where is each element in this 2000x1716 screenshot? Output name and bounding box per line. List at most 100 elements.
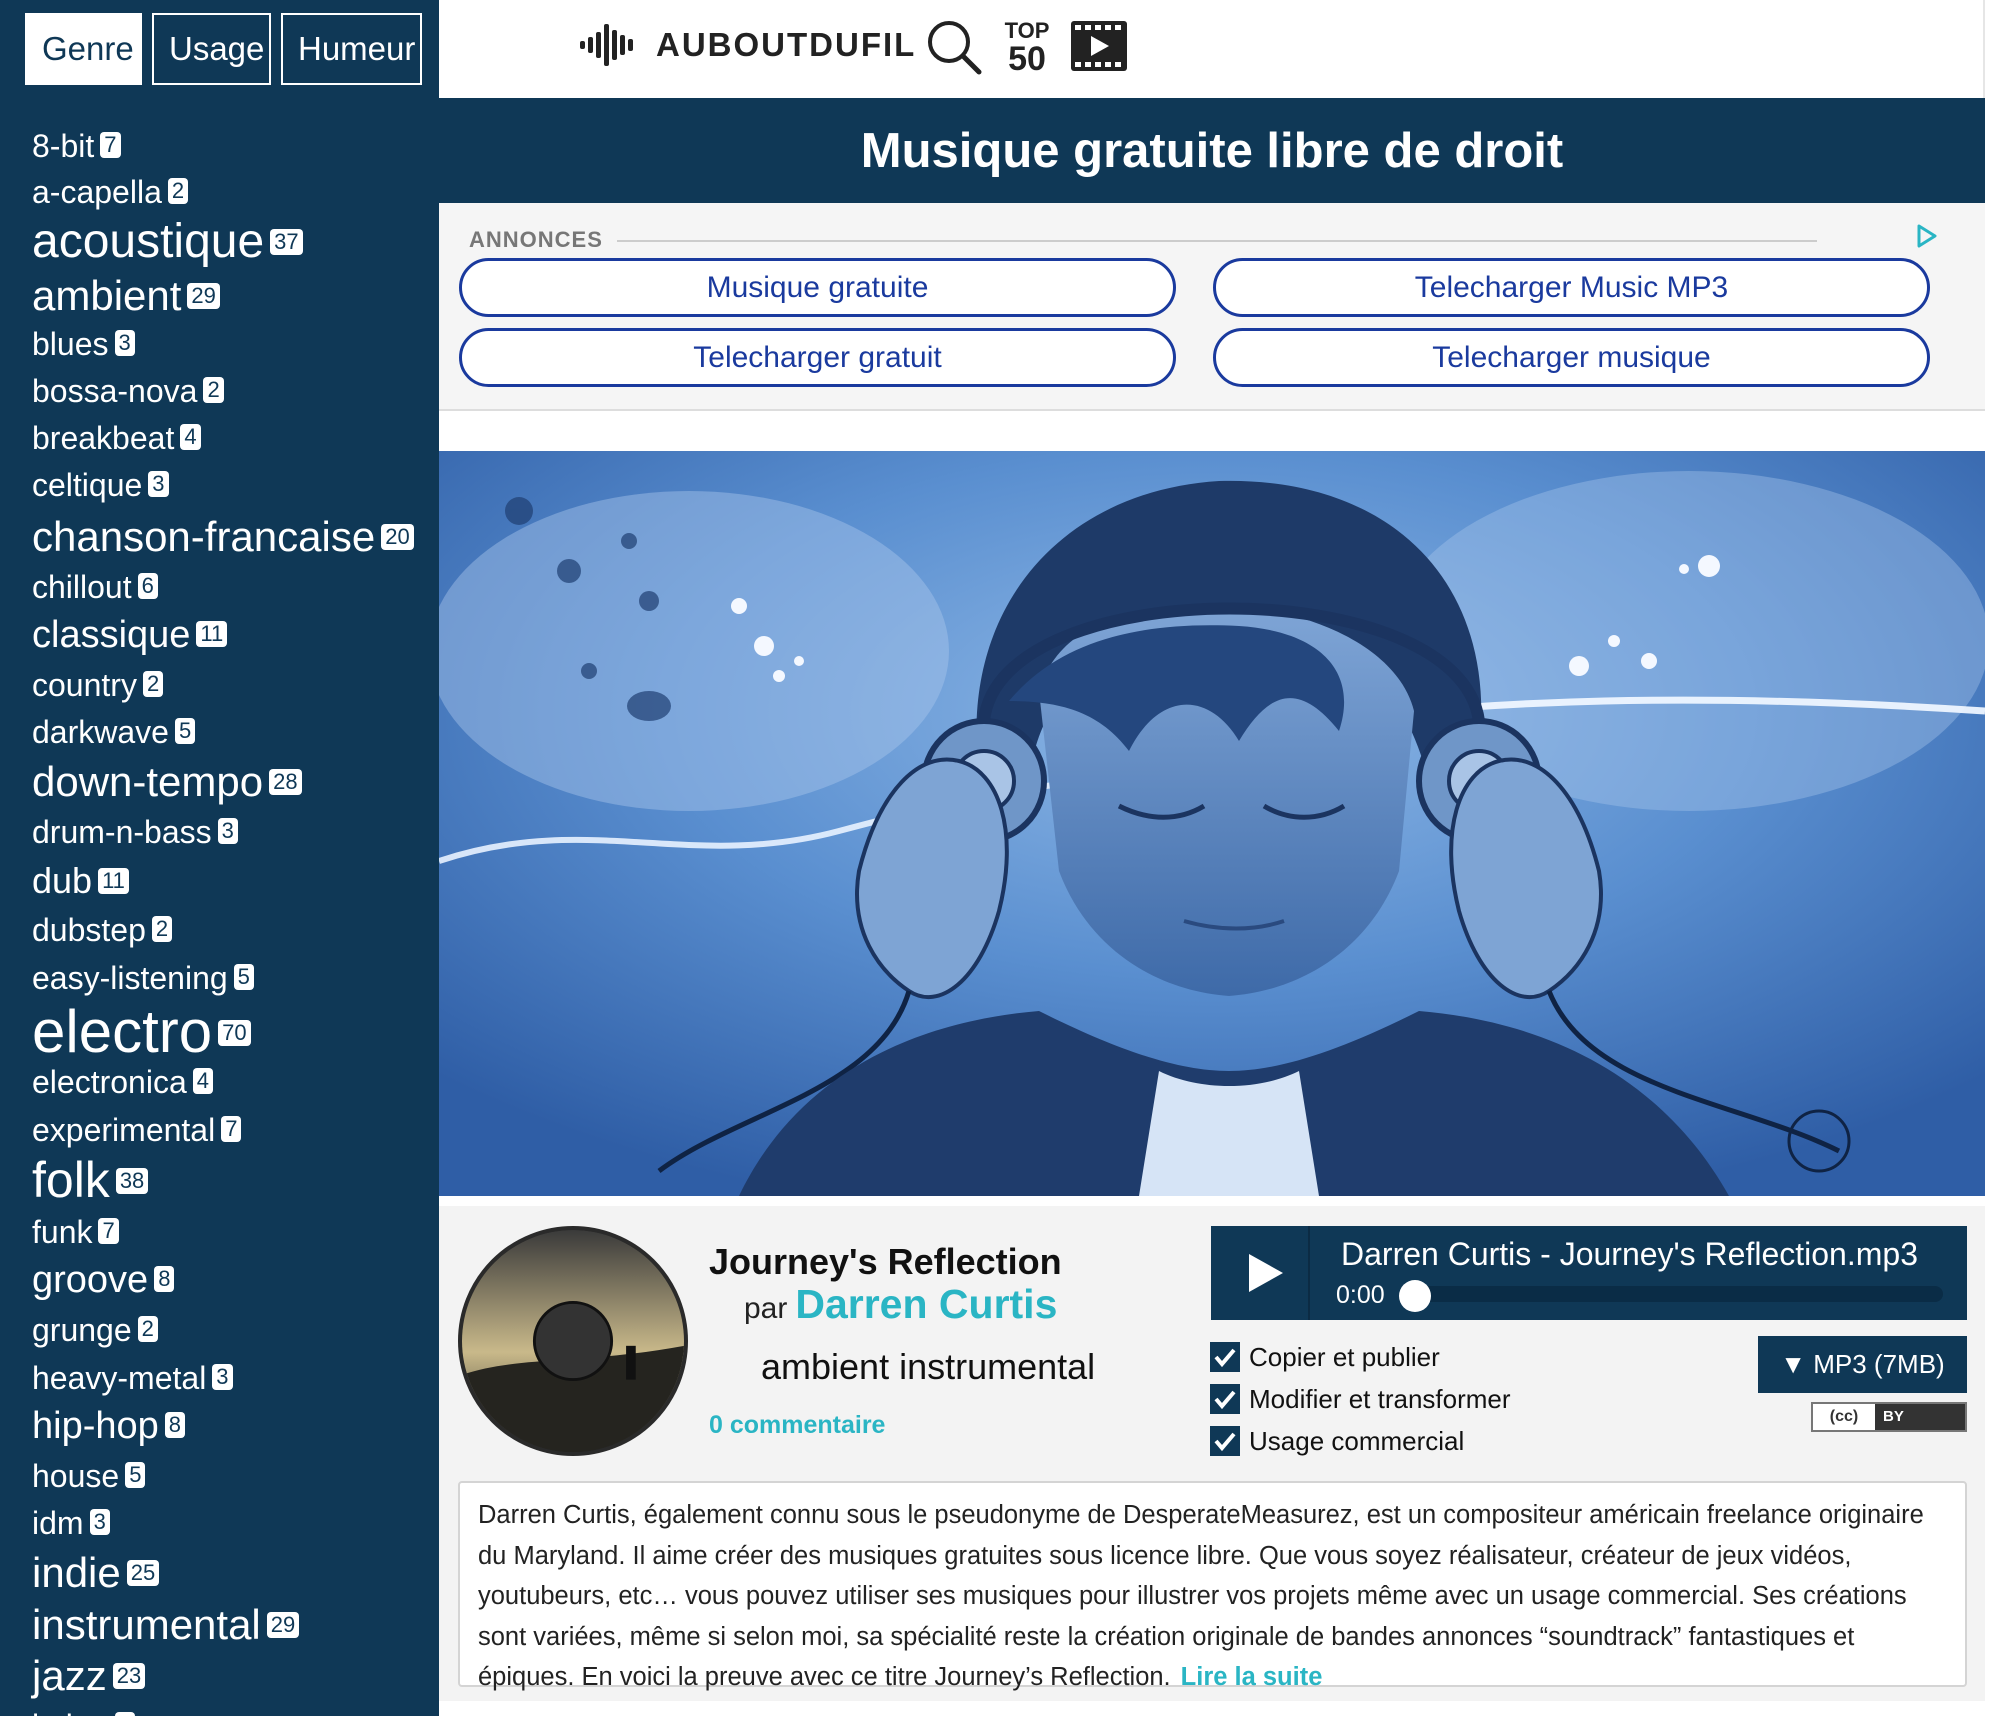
cc-by-license-badge[interactable]: (cc) BY bbox=[1811, 1402, 1967, 1432]
site-header: AUBOUTDUFIL TOP 50 bbox=[439, 0, 1985, 98]
right-label: Modifier et transformer bbox=[1249, 1383, 1511, 1414]
ad-button-musique-gratuite[interactable]: Musique gratuite bbox=[459, 258, 1176, 317]
genre-name: bossa-nova bbox=[32, 372, 198, 409]
ad-button-telecharger-music-mp3[interactable]: Telecharger Music MP3 bbox=[1213, 258, 1930, 317]
genre-name: 8-bit bbox=[32, 127, 95, 164]
site-logo[interactable]: AUBOUTDUFIL bbox=[578, 20, 916, 70]
genre-name: acoustique bbox=[32, 215, 265, 269]
adchoices-icon[interactable] bbox=[1913, 223, 1939, 249]
genre-name: electro bbox=[32, 998, 213, 1065]
license-rights-list: Copier et publier Modifier et transforme… bbox=[1210, 1336, 1511, 1462]
track-byline: par Darren Curtis bbox=[744, 1281, 1057, 1328]
genre-count-badge: 8 bbox=[154, 1266, 175, 1293]
genre-count-badge: 3 bbox=[212, 1364, 233, 1391]
genre-item-instrumental[interactable]: instrumental 29 bbox=[32, 1600, 300, 1650]
album-cover-disc[interactable] bbox=[458, 1226, 688, 1456]
page-title: Musique gratuite libre de droit bbox=[860, 123, 1564, 178]
ad-button-telecharger-gratuit[interactable]: Telecharger gratuit bbox=[459, 328, 1176, 387]
genre-item-ambient[interactable]: ambient 29 bbox=[32, 271, 220, 321]
genre-name: hip-hop bbox=[32, 1405, 159, 1448]
genre-item-dub[interactable]: dub 11 bbox=[32, 859, 129, 902]
genre-name: funk bbox=[32, 1213, 93, 1250]
genre-item-easy-listening[interactable]: easy-listening 5 bbox=[32, 959, 254, 997]
genre-count-badge: 29 bbox=[187, 282, 220, 309]
genre-name: idm bbox=[32, 1504, 84, 1541]
genre-item-folk[interactable]: folk 38 bbox=[32, 1150, 149, 1210]
genre-item-down-tempo[interactable]: down-tempo 28 bbox=[32, 757, 302, 807]
genre-item-chillout[interactable]: chillout 6 bbox=[32, 568, 158, 606]
genre-name: electronica bbox=[32, 1063, 187, 1100]
genre-item-celtique[interactable]: celtique 3 bbox=[32, 466, 169, 504]
cc-icon: (cc) bbox=[1813, 1404, 1875, 1430]
tab-humeur[interactable]: Humeur bbox=[281, 13, 422, 85]
genre-count-badge: 25 bbox=[126, 1559, 160, 1586]
genre-count-badge: 7 bbox=[100, 132, 121, 159]
genre-item-hip-hop[interactable]: hip-hop 8 bbox=[32, 1404, 186, 1450]
genre-item-acoustique[interactable]: acoustique 37 bbox=[32, 213, 303, 271]
genre-name: darkwave bbox=[32, 713, 169, 750]
genre-item-classique[interactable]: classique 11 bbox=[32, 613, 228, 659]
search-icon[interactable] bbox=[925, 18, 983, 76]
genre-name: indie bbox=[32, 1548, 121, 1596]
play-icon[interactable] bbox=[1239, 1248, 1289, 1298]
player-seek-bar[interactable] bbox=[1401, 1286, 1943, 1302]
genre-item-8-bit[interactable]: 8-bit 7 bbox=[32, 127, 121, 165]
genre-item-latino[interactable]: latino 3 bbox=[32, 1707, 135, 1716]
tab-genre[interactable]: Genre bbox=[25, 13, 142, 85]
genre-name: breakbeat bbox=[32, 419, 175, 456]
track-title: Journey's Reflection bbox=[709, 1241, 1062, 1282]
genre-count-badge: 11 bbox=[196, 621, 228, 648]
comments-link[interactable]: 0 commentaire bbox=[709, 1411, 885, 1440]
genre-item-electronica[interactable]: electronica 4 bbox=[32, 1063, 213, 1101]
genre-count-badge: 3 bbox=[89, 1509, 110, 1536]
genre-count-badge: 8 bbox=[164, 1412, 186, 1439]
player-seek-handle[interactable] bbox=[1399, 1280, 1431, 1312]
genre-item-idm[interactable]: idm 3 bbox=[32, 1504, 110, 1542]
top50-link[interactable]: TOP 50 bbox=[1001, 20, 1053, 78]
waveform-logo-icon bbox=[580, 24, 633, 66]
genre-item-drum-n-bass[interactable]: drum-n-bass 3 bbox=[32, 813, 238, 851]
right-copy-publish: Copier et publier bbox=[1210, 1336, 1511, 1378]
artist-link[interactable]: Darren Curtis bbox=[795, 1281, 1057, 1327]
genre-item-darkwave[interactable]: darkwave 5 bbox=[32, 713, 196, 751]
ad-button-telecharger-musique[interactable]: Telecharger musique bbox=[1213, 328, 1930, 387]
track-tags[interactable]: ambient instrumental bbox=[761, 1346, 1095, 1388]
download-mp3-button[interactable]: ▼ MP3 (7MB) bbox=[1758, 1336, 1967, 1393]
checkbox-checked-icon bbox=[1210, 1342, 1240, 1372]
video-icon[interactable] bbox=[1071, 21, 1127, 71]
genre-item-bossa-nova[interactable]: bossa-nova 2 bbox=[32, 372, 224, 410]
genre-count-badge: 20 bbox=[381, 523, 414, 550]
read-more-link[interactable]: Lire la suite bbox=[1181, 1663, 1323, 1691]
genre-item-experimental[interactable]: experimental 7 bbox=[32, 1111, 242, 1149]
genre-item-a-capella[interactable]: a-capella 2 bbox=[32, 173, 189, 211]
genre-item-chanson-francaise[interactable]: chanson-francaise 20 bbox=[32, 512, 414, 562]
genre-item-grunge[interactable]: grunge 2 bbox=[32, 1311, 158, 1349]
genre-item-breakbeat[interactable]: breakbeat 4 bbox=[32, 419, 201, 457]
genre-item-electro[interactable]: electro 70 bbox=[32, 996, 251, 1068]
genre-name: latino bbox=[32, 1707, 109, 1716]
genre-item-indie[interactable]: indie 25 bbox=[32, 1548, 160, 1598]
genre-item-country[interactable]: country 2 bbox=[32, 666, 164, 704]
genre-name: blues bbox=[32, 325, 109, 362]
genre-name: grunge bbox=[32, 1311, 132, 1348]
hero-illustration bbox=[439, 451, 1985, 1196]
genre-item-funk[interactable]: funk 7 bbox=[32, 1213, 119, 1251]
genre-name: easy-listening bbox=[32, 959, 228, 996]
genre-item-house[interactable]: house 5 bbox=[32, 1457, 146, 1495]
genre-item-dubstep[interactable]: dubstep 2 bbox=[32, 911, 173, 949]
genre-name: folk bbox=[32, 1152, 110, 1208]
top50-number: 50 bbox=[1008, 40, 1046, 78]
tab-usage[interactable]: Usage bbox=[152, 13, 271, 85]
right-commercial-use: Usage commercial bbox=[1210, 1420, 1511, 1462]
genre-item-heavy-metal[interactable]: heavy-metal 3 bbox=[32, 1359, 233, 1397]
genre-name: instrumental bbox=[32, 1600, 261, 1648]
genre-count-badge: 2 bbox=[151, 916, 173, 943]
genre-item-blues[interactable]: blues 3 bbox=[32, 325, 135, 363]
genre-count-badge: 7 bbox=[98, 1218, 119, 1245]
genre-sidebar: Genre Usage Humeur 8-bit 7 a-capella 2 acous… bbox=[0, 0, 439, 1716]
right-modify-transform: Modifier et transformer bbox=[1210, 1378, 1511, 1420]
genre-item-jazz[interactable]: jazz 23 bbox=[32, 1651, 146, 1701]
genre-name: ambient bbox=[32, 271, 182, 319]
genre-item-groove[interactable]: groove 8 bbox=[32, 1258, 175, 1304]
genre-count-badge: 2 bbox=[137, 1316, 158, 1343]
